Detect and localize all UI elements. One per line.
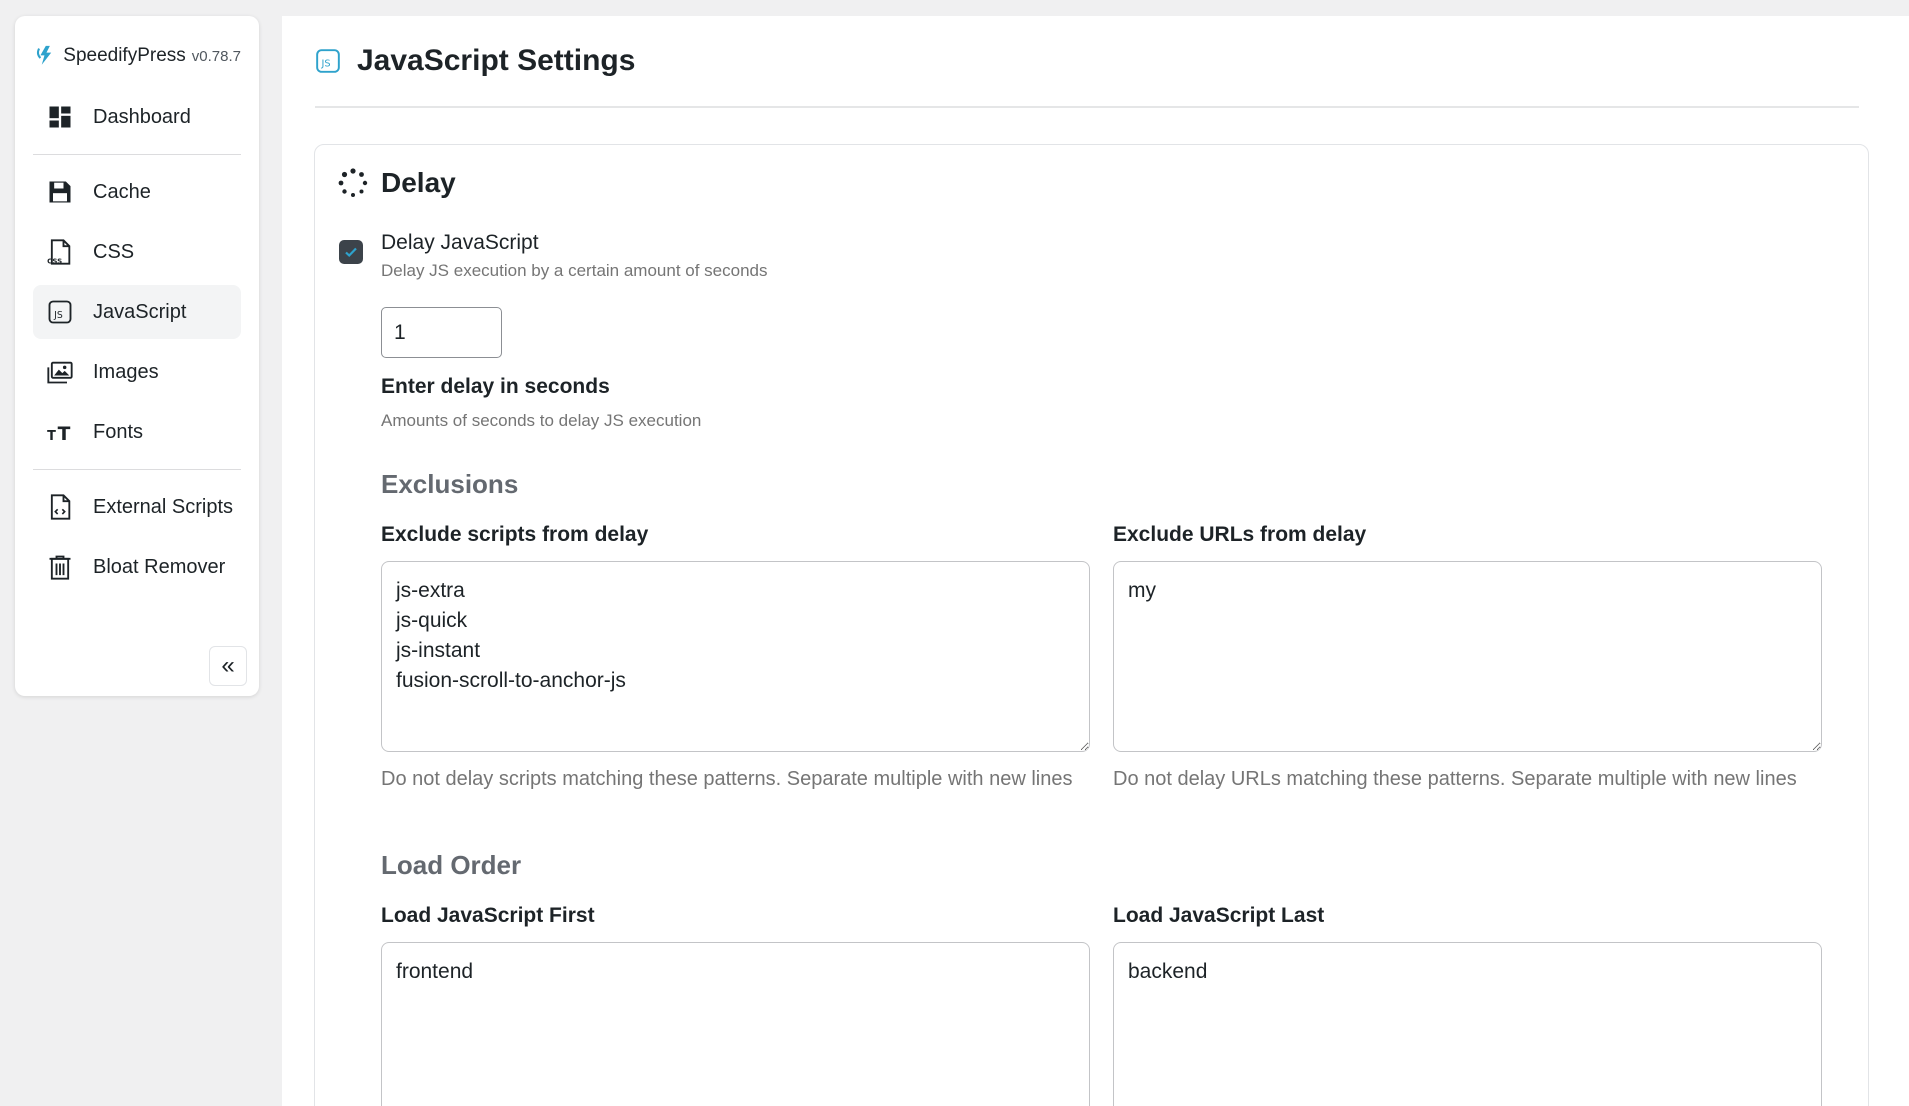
dashboard-icon	[45, 102, 75, 132]
js-file-icon: JS	[45, 297, 75, 327]
svg-text:CSS: CSS	[47, 258, 62, 266]
load-first-label: Load JavaScript First	[381, 904, 595, 927]
trash-icon	[45, 552, 75, 582]
js-file-icon: JS	[316, 49, 340, 73]
card-title: Delay	[381, 167, 456, 198]
sidebar-item-label: Images	[93, 360, 159, 383]
brand-name: SpeedifyPress	[63, 45, 186, 66]
exclude-urls-textarea[interactable]: my	[1113, 561, 1822, 752]
brand: SpeedifyPress v0.78.7	[35, 36, 241, 76]
delay-card: Delay Delay JavaScript Delay JS executio…	[314, 144, 1869, 1106]
exclusions-heading: Exclusions	[381, 469, 519, 499]
sidebar-item-label: CSS	[93, 240, 135, 263]
css-file-icon: CSS	[45, 237, 75, 267]
sidebar-item-images[interactable]: Images	[33, 345, 241, 399]
exclude-scripts-help: Do not delay scripts matching these patt…	[381, 768, 1073, 790]
sidebar-item-css[interactable]: CSS CSS	[33, 225, 241, 279]
sidebar-item-label: Bloat Remover	[93, 555, 226, 578]
exclude-urls-label: Exclude URLs from delay	[1113, 523, 1367, 546]
sidebar-item-label: External Scripts	[93, 495, 234, 518]
font-size-icon: TT	[45, 417, 75, 447]
sidebar-item-dashboard[interactable]: Dashboard	[33, 90, 241, 144]
exclude-scripts-textarea[interactable]: js-extra js-quick js-instant fusion-scro…	[381, 561, 1090, 752]
delay-seconds-label: Enter delay in seconds	[381, 375, 610, 398]
delay-javascript-row: Delay JavaScript Delay JS execution by a…	[339, 231, 768, 281]
external-scripts-icon	[45, 492, 75, 522]
main-panel: JS JavaScript Settings Delay Delay JavaS…	[282, 16, 1909, 1106]
sidebar-item-cache[interactable]: Cache	[33, 165, 241, 219]
page-header: JS JavaScript Settings	[315, 16, 1859, 108]
delay-seconds-input[interactable]	[381, 307, 502, 358]
delay-javascript-label: Delay JavaScript	[381, 231, 539, 254]
images-icon	[45, 357, 75, 387]
svg-text:JS: JS	[321, 58, 331, 69]
load-last-label: Load JavaScript Last	[1113, 904, 1325, 927]
delay-javascript-description: Delay JS execution by a certain amount o…	[381, 261, 768, 280]
svg-text:T: T	[47, 429, 56, 444]
sidebar-item-fonts[interactable]: TT Fonts	[33, 405, 241, 459]
load-last-textarea[interactable]: backend	[1113, 942, 1822, 1106]
exclude-urls-help: Do not delay URLs matching these pattern…	[1113, 768, 1797, 790]
spinner-icon	[338, 168, 368, 197]
sidebar-item-label: JavaScript	[93, 300, 187, 323]
load-first-textarea[interactable]: frontend	[381, 942, 1090, 1106]
checkmark-icon	[345, 247, 357, 258]
nav-divider	[33, 469, 241, 470]
brand-version: v0.78.7	[191, 47, 241, 65]
delay-seconds-help: Amounts of seconds to delay JS execution	[381, 411, 702, 430]
card-header: Delay	[337, 167, 456, 199]
collapse-sidebar-button[interactable]: «	[209, 646, 247, 686]
sidebar-item-external-scripts[interactable]: External Scripts	[33, 480, 241, 534]
exclude-scripts-label: Exclude scripts from delay	[381, 523, 649, 546]
floppy-disk-icon	[45, 177, 75, 207]
sidebar-item-label: Dashboard	[93, 105, 191, 128]
load-order-heading: Load Order	[381, 850, 522, 880]
sidebar-item-javascript[interactable]: JS JavaScript	[33, 285, 241, 339]
sidebar: SpeedifyPress v0.78.7 Dashboard Cache CS…	[15, 16, 259, 696]
sidebar-item-label: Cache	[93, 180, 151, 203]
svg-text:T: T	[58, 424, 71, 445]
double-chevron-left-icon: «	[221, 652, 235, 679]
delay-javascript-checkbox[interactable]	[339, 240, 363, 264]
nav-divider	[33, 154, 241, 155]
sidebar-item-label: Fonts	[93, 420, 144, 443]
page-title: JavaScript Settings	[357, 44, 636, 77]
svg-text:JS: JS	[53, 310, 63, 321]
sidebar-item-bloat-remover[interactable]: Bloat Remover	[33, 540, 241, 594]
speedifypress-logo-icon	[36, 45, 52, 65]
